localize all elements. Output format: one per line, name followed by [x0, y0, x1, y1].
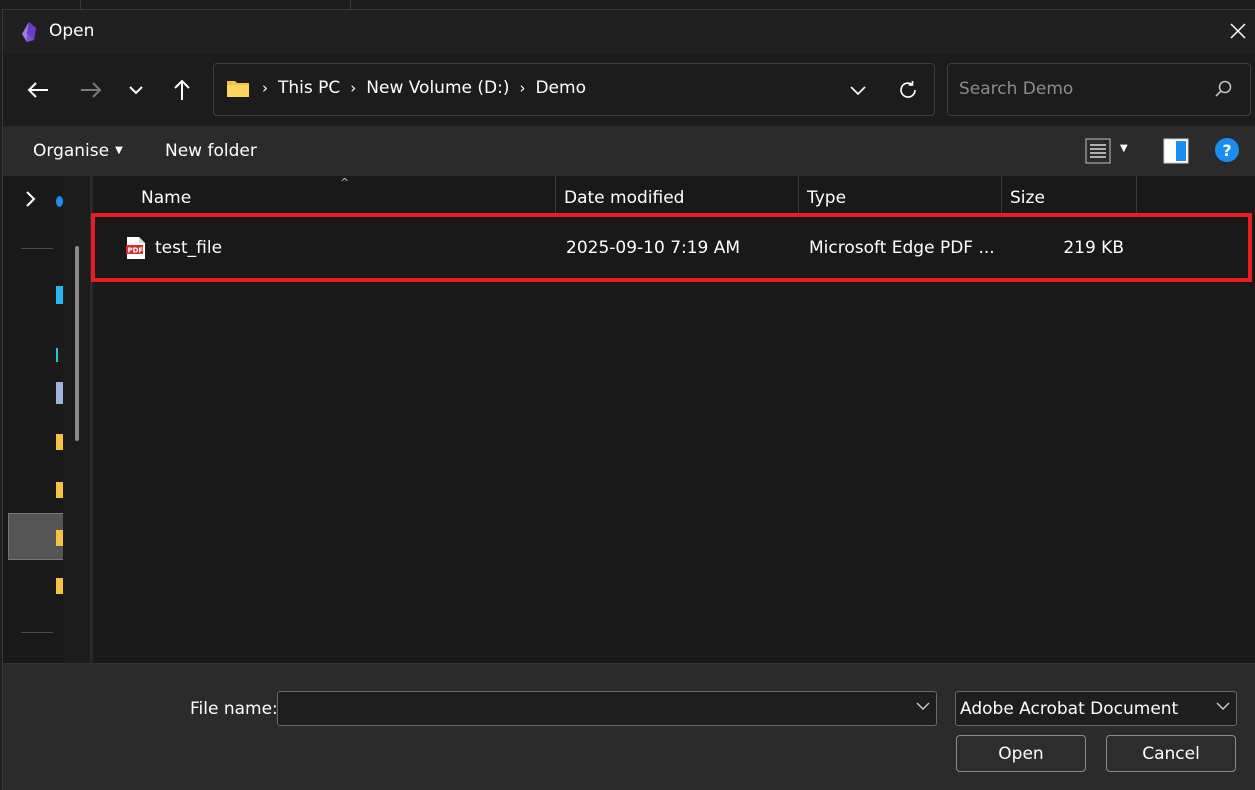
chevron-down-icon[interactable]: [916, 701, 930, 711]
breadcrumb: › This PC › New Volume (D:) › Demo: [226, 78, 592, 98]
sort-ascending-icon: ^: [340, 176, 350, 189]
strip-divider: [80, 0, 81, 9]
preview-pane-icon[interactable]: [1163, 138, 1189, 164]
close-button[interactable]: [1221, 14, 1255, 48]
command-bar: Organise ▼ New folder ▼ ?: [3, 126, 1255, 176]
help-icon[interactable]: ?: [1215, 138, 1239, 162]
view-details-icon[interactable]: [1085, 138, 1111, 164]
documents-icon[interactable]: [56, 382, 63, 404]
new-folder-button[interactable]: New folder: [165, 141, 257, 161]
nav-divider: [21, 248, 53, 249]
file-type-select[interactable]: Adobe Acrobat Document: [955, 691, 1237, 726]
background-strip: [0, 0, 1255, 9]
search-icon: [1215, 80, 1232, 97]
folder-icon[interactable]: [56, 482, 63, 498]
column-header-date[interactable]: Date modified: [564, 188, 684, 208]
file-list: ^ Name Date modified Type Size PDF test_…: [91, 176, 1255, 663]
address-history-button[interactable]: [844, 78, 872, 102]
chevron-right-icon[interactable]: [25, 191, 37, 207]
column-divider[interactable]: [798, 176, 799, 214]
chevron-right-icon: ›: [262, 79, 268, 97]
chevron-down-icon: [850, 86, 866, 95]
up-button[interactable]: [166, 74, 198, 106]
chevron-right-icon: ›: [519, 79, 526, 97]
chevron-right-icon: ›: [350, 79, 357, 97]
close-icon: [1230, 23, 1246, 39]
file-name-field[interactable]: [277, 691, 937, 726]
navigation-pane: [3, 176, 63, 663]
chevron-down-icon: [129, 86, 143, 95]
address-bar[interactable]: › This PC › New Volume (D:) › Demo: [213, 63, 935, 116]
column-header-type[interactable]: Type: [807, 188, 846, 208]
folder-icon: [227, 81, 249, 97]
refresh-icon: [900, 81, 916, 98]
recent-locations-button[interactable]: [120, 74, 152, 106]
arrow-up-icon: [174, 79, 190, 100]
open-dialog: Open › This PC › New Volume (D:) › Demo …: [2, 9, 1255, 790]
download-icon[interactable]: [56, 348, 63, 362]
navigation-scrollbar[interactable]: [63, 176, 92, 663]
folder-icon[interactable]: [56, 578, 63, 594]
folder-icon[interactable]: [56, 434, 63, 450]
open-button[interactable]: Open: [956, 735, 1086, 772]
column-header-name[interactable]: Name: [141, 188, 191, 208]
search-box[interactable]: Search Demo: [947, 63, 1251, 116]
breadcrumb-new-volume[interactable]: New Volume (D:): [360, 78, 515, 98]
view-options-caret-icon[interactable]: ▼: [1120, 143, 1128, 154]
column-header-size[interactable]: Size: [1010, 188, 1045, 208]
arrow-right-icon: [81, 82, 102, 98]
nav-divider: [21, 632, 53, 633]
column-divider[interactable]: [555, 176, 556, 214]
desktop-icon[interactable]: [56, 286, 63, 304]
caret-down-icon: ▼: [115, 145, 123, 156]
scrollbar-thumb[interactable]: [75, 246, 79, 441]
breadcrumb-demo[interactable]: Demo: [529, 78, 592, 98]
breadcrumb-this-pc[interactable]: This PC: [272, 78, 346, 98]
chevron-down-icon: [1216, 702, 1230, 710]
organise-button[interactable]: Organise ▼: [33, 141, 123, 161]
column-divider[interactable]: [1136, 176, 1137, 214]
forward-button[interactable]: [75, 74, 107, 106]
folder-icon[interactable]: [56, 530, 63, 546]
cancel-button[interactable]: Cancel: [1106, 735, 1236, 772]
strip-divider: [350, 0, 351, 9]
dialog-title: Open: [49, 21, 95, 41]
highlight-box: [91, 213, 1252, 282]
footer-bar: File name: Adobe Acrobat Document Open C…: [3, 663, 1255, 790]
organise-label: Organise: [33, 141, 110, 161]
title-bar: Open: [3, 10, 1255, 54]
column-divider[interactable]: [1001, 176, 1002, 214]
refresh-button[interactable]: [894, 76, 922, 104]
selected-nav-item[interactable]: [8, 513, 63, 560]
search-input[interactable]: Search Demo: [959, 79, 1073, 99]
back-button[interactable]: [22, 74, 54, 106]
obsidian-app-icon: [22, 22, 36, 42]
file-type-value: Adobe Acrobat Document: [960, 699, 1179, 719]
cloud-icon[interactable]: [56, 196, 63, 207]
file-name-label: File name:: [190, 699, 278, 719]
navigation-bar: › This PC › New Volume (D:) › Demo Searc…: [3, 54, 1255, 126]
arrow-left-icon: [27, 82, 48, 98]
